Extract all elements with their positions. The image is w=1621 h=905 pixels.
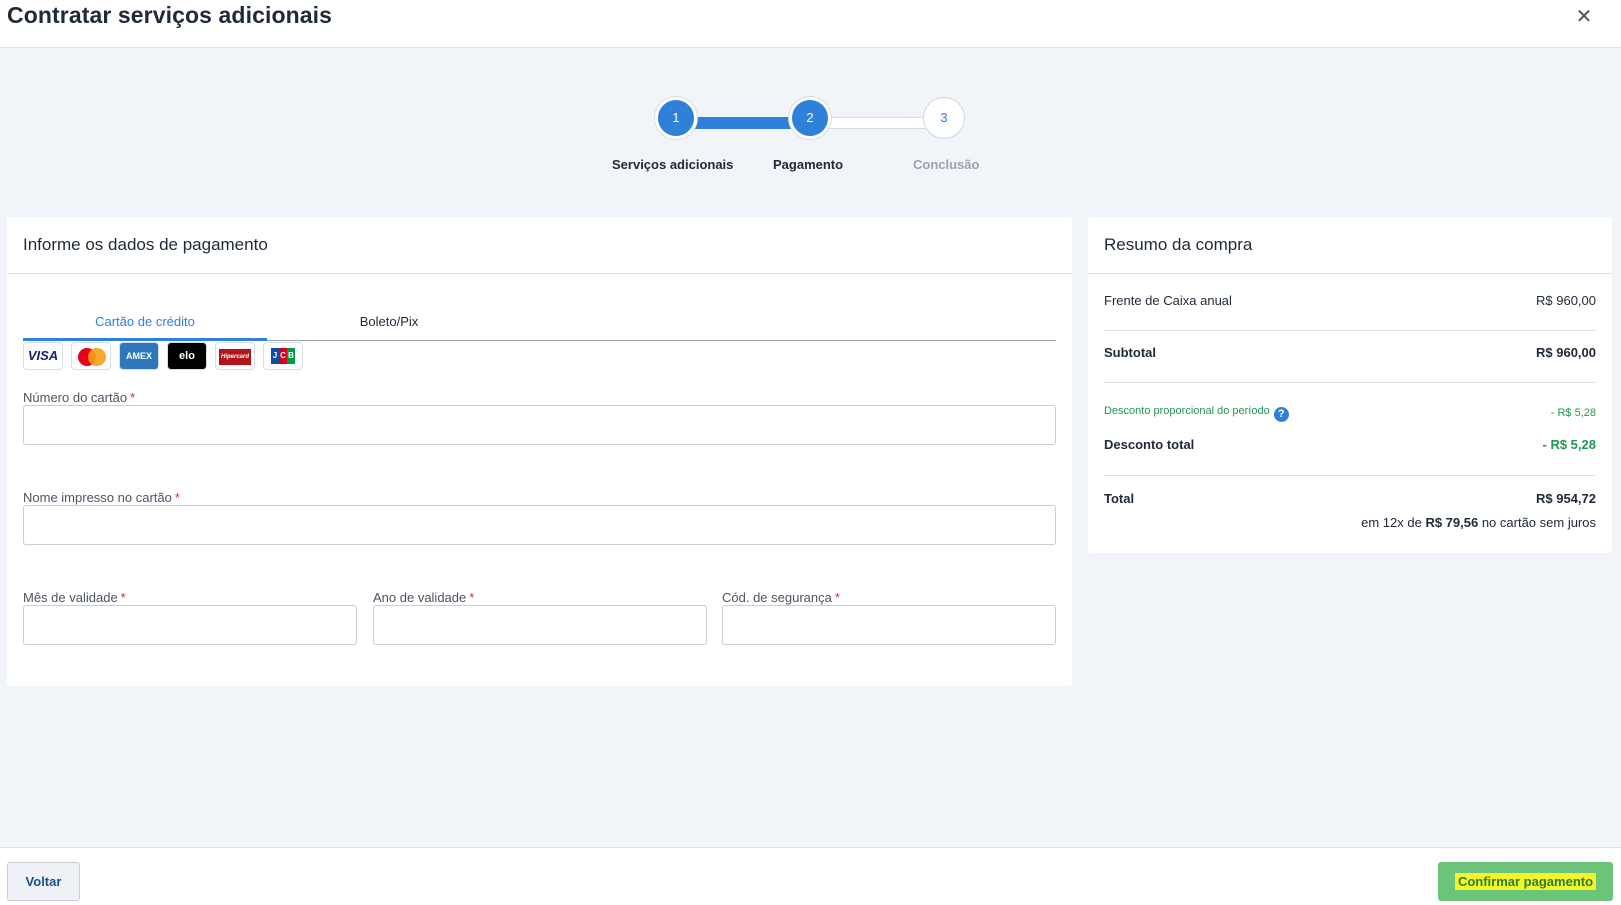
payment-card-title: Informe os dados de pagamento — [23, 235, 268, 254]
total-label: Total — [1104, 491, 1135, 506]
modal-header: Contratar serviços adicionais ✕ — [0, 0, 1621, 48]
step-1-circle: 1 — [655, 97, 697, 139]
installments-suffix: no cartão sem juros — [1481, 515, 1596, 530]
divider — [1104, 382, 1596, 383]
back-button[interactable]: Voltar — [7, 862, 80, 901]
installments-amount: R$ 79,56 — [1425, 515, 1479, 530]
discount-total-value: - R$ 5,28 — [1542, 437, 1596, 452]
visa-logo: VISA — [23, 342, 63, 370]
amex-logo: AMEX — [119, 342, 159, 370]
installments-prefix: em 12x de — [1361, 515, 1422, 530]
exp-year-label: Ano de validade * — [373, 590, 475, 605]
discount-proportional-label: Desconto proporcional do período — [1104, 405, 1270, 417]
step-2-circle: 2 — [789, 97, 831, 139]
stepper: 1 2 3 Serviços adicionais Pagamento Conc… — [0, 95, 1621, 185]
modal-title: Contratar serviços adicionais — [7, 2, 333, 28]
confirm-payment-button[interactable]: Confirmar pagamento — [1438, 862, 1613, 901]
discount-proportional-value: - R$ 5,28 — [1550, 407, 1596, 419]
elo-logo: elo — [167, 342, 207, 370]
installments-info: em 12x de R$ 79,56 no cartão sem juros — [1361, 515, 1596, 530]
discount-total-label: Desconto total — [1104, 437, 1195, 452]
divider — [1104, 475, 1596, 476]
card-number-label: Número do cartão * — [23, 390, 136, 405]
question-icon[interactable]: ? — [1273, 407, 1289, 422]
subtotal-value: R$ 960,00 — [1536, 345, 1596, 360]
step-1-label: Serviços adicionais — [612, 157, 734, 172]
summary-title: Resumo da compra — [1104, 235, 1253, 254]
exp-month-label: Mês de validade * — [23, 590, 126, 605]
total-value: R$ 954,72 — [1536, 491, 1596, 506]
item-label: Frente de Caixa anual — [1104, 293, 1232, 308]
step-2-label: Pagamento — [773, 157, 844, 172]
item-value: R$ 960,00 — [1536, 293, 1596, 308]
subtotal-label: Subtotal — [1104, 345, 1156, 360]
confirm-payment-label: Confirmar pagamento — [1454, 873, 1597, 890]
hipercard-logo: Hipercard — [215, 342, 255, 370]
modal-footer: Voltar Confirmar pagamento — [0, 847, 1621, 905]
card-name-input[interactable] — [23, 505, 1056, 545]
mastercard-logo — [71, 342, 111, 370]
payment-card: Informe os dados de pagamento Cartão de … — [7, 217, 1072, 686]
purchase-summary-card: Resumo da compra Frente de Caixa anual R… — [1088, 217, 1612, 553]
exp-month-input[interactable] — [23, 605, 357, 645]
tab-boleto-pix[interactable]: Boleto/Pix — [267, 289, 511, 341]
divider — [7, 273, 1072, 274]
card-name-label: Nome impresso no cartão * — [23, 490, 180, 505]
tab-credit-card[interactable]: Cartão de crédito — [23, 289, 267, 341]
divider — [1088, 273, 1612, 274]
exp-year-input[interactable] — [373, 605, 707, 645]
step-3-label: Conclusão — [913, 157, 980, 172]
payment-tabs: Cartão de crédito Boleto/Pix — [23, 289, 1056, 341]
card-number-input[interactable] — [23, 405, 1056, 445]
cvv-label: Cód. de segurança * — [722, 590, 840, 605]
jcb-logo: JCB — [263, 342, 303, 370]
divider — [1104, 330, 1596, 331]
cvv-input[interactable] — [722, 605, 1056, 645]
step-3-circle: 3 — [923, 97, 965, 139]
close-icon[interactable]: ✕ — [1575, 7, 1593, 27]
